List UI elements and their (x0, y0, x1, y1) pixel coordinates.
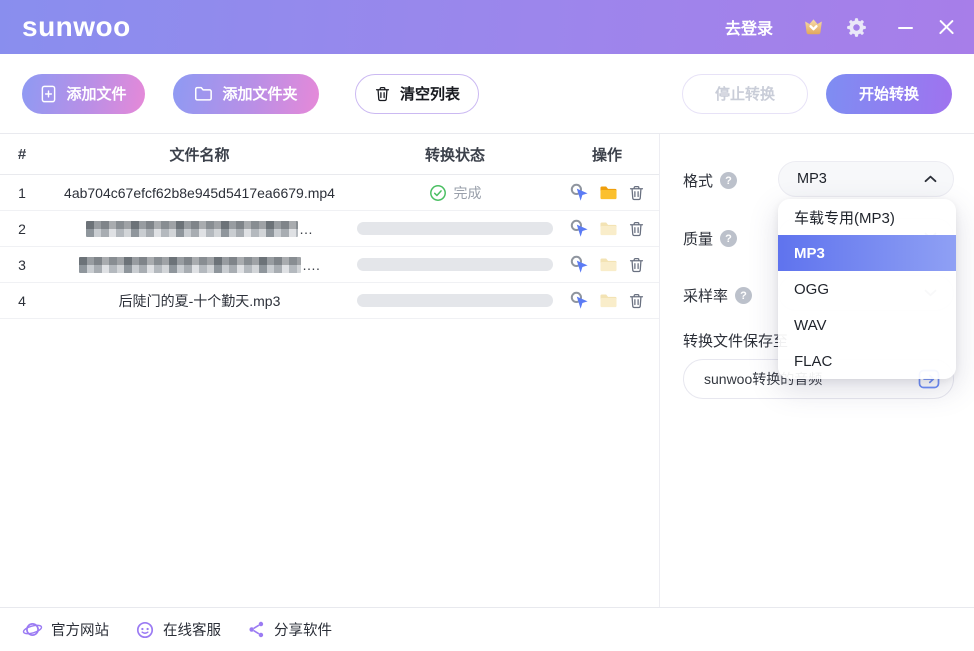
dropdown-option-flac[interactable]: FLAC (778, 343, 956, 379)
format-value: MP3 (797, 171, 827, 187)
online-support-link[interactable]: 在线客服 (135, 619, 221, 640)
dropdown-option-car-mp3[interactable]: 车载专用(MP3) (778, 199, 956, 235)
col-status: 转换状态 (355, 144, 555, 165)
sample-rate-label: 采样率 (683, 285, 728, 306)
online-support-label: 在线客服 (163, 619, 221, 640)
col-filename: 文件名称 (44, 144, 355, 165)
stop-convert-button[interactable]: 停止转换 (682, 74, 808, 114)
locate-play-icon[interactable] (570, 255, 589, 274)
footer: 官方网站 在线客服 分享软件 (0, 607, 974, 651)
redacted-file-name (79, 257, 301, 273)
row-index: 2 (0, 221, 44, 237)
open-folder-icon[interactable] (599, 184, 618, 201)
share-icon (247, 620, 266, 639)
format-label-row: 格式 ? (683, 170, 737, 191)
locate-play-icon[interactable] (570, 183, 589, 202)
format-label: 格式 (683, 170, 713, 191)
row-index: 4 (0, 293, 44, 309)
file-list: # 文件名称 转换状态 操作 1 4ab704c67efcf62b8e945d5… (0, 134, 660, 607)
open-folder-icon-disabled[interactable] (599, 292, 618, 309)
table-row[interactable]: 2 … (0, 211, 659, 247)
row-actions (555, 183, 659, 202)
app-logo: sunwoo (22, 11, 131, 43)
row-actions (555, 291, 659, 310)
settings-panel: 格式 ? MP3 质量 ? 采样率 ? (660, 134, 973, 607)
chat-smiley-icon (135, 620, 155, 640)
chevron-up-icon (924, 175, 937, 183)
titlebar: sunwoo 去登录 (0, 0, 974, 54)
format-select[interactable]: MP3 (778, 161, 954, 197)
col-index: # (0, 146, 44, 163)
minimize-icon[interactable] (898, 19, 914, 35)
main-area: # 文件名称 转换状态 操作 1 4ab704c67efcf62b8e945d5… (0, 134, 974, 607)
official-website-label: 官方网站 (51, 619, 109, 640)
delete-icon[interactable] (628, 220, 645, 238)
open-folder-icon-disabled[interactable] (599, 220, 618, 237)
help-icon[interactable]: ? (735, 287, 752, 304)
file-plus-icon (40, 85, 57, 103)
locate-play-icon[interactable] (570, 219, 589, 238)
file-name: 后陡门的夏-十个勤天.mp3 (119, 291, 281, 311)
help-icon[interactable]: ? (720, 172, 737, 189)
row-actions (555, 255, 659, 274)
delete-icon[interactable] (628, 256, 645, 274)
sample-rate-label-row: 采样率 ? (683, 285, 752, 306)
quality-label: 质量 (683, 228, 713, 249)
file-name-suffix: …. (302, 257, 320, 273)
file-name-suffix: … (299, 221, 313, 237)
add-file-label: 添加文件 (66, 83, 126, 104)
planet-icon (22, 620, 43, 639)
share-app-link[interactable]: 分享软件 (247, 619, 332, 640)
official-website-link[interactable]: 官方网站 (22, 619, 109, 640)
delete-icon[interactable] (628, 184, 645, 202)
dropdown-option-ogg[interactable]: OGG (778, 271, 956, 307)
close-icon[interactable] (938, 18, 956, 36)
check-circle-icon (429, 184, 447, 202)
trash-icon (374, 85, 391, 103)
save-to-label: 转换文件保存至 (683, 330, 788, 351)
progress-bar (357, 294, 553, 307)
settings-gear-icon[interactable] (845, 16, 868, 39)
file-name: 4ab704c67efcf62b8e945d5417ea6679.mp4 (64, 185, 335, 201)
convert-controls: 停止转换 开始转换 (682, 74, 952, 114)
start-convert-button[interactable]: 开始转换 (826, 74, 952, 114)
locate-play-icon[interactable] (570, 291, 589, 310)
status-badge: 完成 (429, 183, 482, 203)
row-index: 1 (0, 185, 44, 201)
table-row[interactable]: 1 4ab704c67efcf62b8e945d5417ea6679.mp4 完… (0, 175, 659, 211)
table-header: # 文件名称 转换状态 操作 (0, 134, 659, 175)
clear-list-button[interactable]: 清空列表 (355, 74, 479, 114)
row-index: 3 (0, 257, 44, 273)
dropdown-option-mp3-selected[interactable]: MP3 (778, 235, 956, 271)
open-folder-icon-disabled[interactable] (599, 256, 618, 273)
format-dropdown-menu: 车载专用(MP3) MP3 OGG WAV FLAC (778, 199, 956, 379)
add-folder-button[interactable]: 添加文件夹 (173, 74, 319, 114)
status-text: 完成 (454, 183, 482, 203)
delete-icon[interactable] (628, 292, 645, 310)
titlebar-controls: 去登录 (725, 15, 956, 40)
quality-label-row: 质量 ? (683, 228, 737, 249)
redacted-file-name (86, 221, 298, 237)
dropdown-option-wav[interactable]: WAV (778, 307, 956, 343)
vip-badge-icon[interactable] (801, 15, 826, 40)
toolbar: 添加文件 添加文件夹 清空列表 停止转换 开始转换 (0, 54, 974, 133)
row-actions (555, 219, 659, 238)
table-row[interactable]: 3 …. (0, 247, 659, 283)
col-actions: 操作 (555, 144, 659, 165)
add-file-button[interactable]: 添加文件 (22, 74, 145, 114)
add-folder-label: 添加文件夹 (222, 83, 297, 104)
clear-list-label: 清空列表 (400, 83, 460, 104)
progress-bar (357, 258, 553, 271)
folder-icon (194, 85, 213, 102)
share-app-label: 分享软件 (274, 619, 332, 640)
table-row[interactable]: 4 后陡门的夏-十个勤天.mp3 (0, 283, 659, 319)
login-button[interactable]: 去登录 (725, 15, 773, 39)
progress-bar (357, 222, 553, 235)
help-icon[interactable]: ? (720, 230, 737, 247)
